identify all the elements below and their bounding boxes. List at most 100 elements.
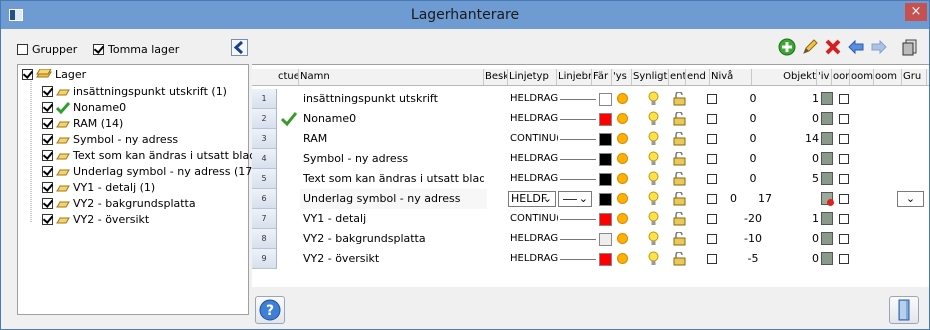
linewidth-dash-icon[interactable]: [560, 119, 596, 120]
layer-name[interactable]: VY1 - detalj: [303, 209, 484, 229]
column-header[interactable]: Synligt: [632, 69, 669, 85]
option-tomma-lager[interactable]: Tomma lager: [93, 43, 179, 56]
linewidth-combo[interactable]: ⌄: [558, 191, 592, 207]
level-value[interactable]: 0: [742, 109, 764, 129]
end-checkbox[interactable]: [707, 134, 717, 144]
row-number[interactable]: 1: [252, 89, 277, 109]
color-swatch[interactable]: [599, 253, 612, 266]
column-header[interactable]: Besk: [484, 69, 508, 85]
close-button[interactable]: ×: [905, 3, 927, 21]
objects-icon[interactable]: [821, 252, 833, 265]
unlocked-icon[interactable]: [673, 172, 686, 186]
row-number[interactable]: 2: [252, 109, 277, 129]
tree-item-checkbox[interactable]: [42, 102, 53, 113]
visible-bulb-icon[interactable]: [648, 251, 659, 266]
end-checkbox[interactable]: [707, 214, 717, 224]
column-header[interactable]: Objekt: [752, 69, 817, 85]
option-grupper[interactable]: Grupper: [17, 43, 77, 56]
color-swatch[interactable]: [599, 213, 612, 226]
tree-item-checkbox[interactable]: [42, 198, 53, 209]
group-combo[interactable]: ⌄: [897, 191, 924, 207]
linetype-value[interactable]: CONTINU(: [510, 209, 558, 229]
zoom-checkbox[interactable]: [839, 94, 849, 104]
column-header[interactable]: oom: [874, 69, 902, 85]
unlocked-icon[interactable]: [673, 112, 686, 126]
tree-item-checkbox[interactable]: [42, 86, 53, 97]
end-checkbox[interactable]: [707, 254, 717, 264]
zoom-checkbox[interactable]: [839, 134, 849, 144]
objects-icon[interactable]: [821, 172, 833, 185]
tree-item[interactable]: VY2 - översikt: [42, 213, 149, 226]
layer-name[interactable]: RAM: [303, 129, 484, 149]
tree-item-checkbox[interactable]: [42, 182, 53, 193]
tree-item[interactable]: insättningspunkt utskrift (1): [42, 85, 227, 98]
tree-item-checkbox[interactable]: [42, 134, 53, 145]
visible-bulb-icon[interactable]: [648, 91, 659, 106]
print-sun-icon[interactable]: [617, 253, 628, 264]
tree-item-checkbox[interactable]: [42, 214, 53, 225]
tree-item[interactable]: Text som kan ändras i utsatt blad (5): [42, 149, 275, 162]
row-number[interactable]: 8: [252, 229, 277, 249]
unlocked-icon[interactable]: [673, 92, 686, 106]
tree-item-checkbox[interactable]: [42, 118, 53, 129]
tree-item[interactable]: Noname0: [42, 101, 126, 114]
table-row[interactable]: 3 RAM CONTINU(0 14: [252, 129, 929, 149]
print-sun-icon[interactable]: [617, 213, 628, 224]
tree-root[interactable]: Lager: [22, 68, 86, 81]
table-row[interactable]: 7 VY1 - detalj CONTINU( -20 1: [252, 209, 929, 229]
visible-bulb-icon[interactable]: [648, 211, 659, 226]
exit-button[interactable]: [889, 296, 919, 324]
copy-icon[interactable]: [900, 37, 920, 57]
color-swatch[interactable]: [599, 193, 612, 206]
print-sun-icon[interactable]: [617, 93, 628, 104]
layer-name[interactable]: insättningspunkt utskrift: [303, 89, 484, 109]
table-row[interactable]: 8 VY2 - bakgrundsplatta HELDRAGI -10 0: [252, 229, 929, 249]
color-swatch[interactable]: [599, 153, 612, 166]
root-checkbox[interactable]: [22, 69, 33, 80]
column-header[interactable]: Linjetyp: [508, 69, 557, 85]
tomma-lager-checkbox[interactable]: [93, 44, 104, 55]
level-value[interactable]: 0: [742, 149, 764, 169]
level-value[interactable]: 0: [742, 89, 764, 109]
visible-bulb-icon[interactable]: [648, 171, 659, 186]
tree-item-checkbox[interactable]: [42, 150, 53, 161]
linewidth-dash-icon[interactable]: [560, 159, 596, 160]
row-number[interactable]: 7: [252, 209, 277, 229]
table-row[interactable]: 2 Noname0 HELDRAGI 0 0: [252, 109, 929, 129]
level-value[interactable]: 0: [742, 129, 764, 149]
object-count[interactable]: 1: [772, 89, 819, 109]
level-value[interactable]: -20: [742, 209, 764, 229]
layer-name[interactable]: Noname0: [303, 109, 484, 129]
end-checkbox[interactable]: [707, 154, 717, 164]
column-header[interactable]: ent: [669, 69, 686, 85]
table-row[interactable]: 5 Text som kan ändras i utsatt blad HELDRA…: [252, 169, 929, 189]
visible-bulb-icon[interactable]: [648, 231, 659, 246]
column-header[interactable]: Fär: [592, 69, 612, 85]
object-count[interactable]: 14: [772, 129, 819, 149]
object-count[interactable]: 0: [772, 109, 819, 129]
zoom-checkbox[interactable]: [839, 234, 849, 244]
table-row[interactable]: 6 Underlag symbol - ny adress HELDF ⌄ ⌄ 0 17 ⌄: [252, 189, 929, 209]
color-swatch[interactable]: [599, 173, 612, 186]
visible-bulb-icon[interactable]: [648, 111, 659, 126]
visible-bulb-icon[interactable]: [648, 131, 659, 146]
column-header[interactable]: ctue: [277, 69, 299, 85]
column-header[interactable]: end: [686, 69, 710, 85]
object-count[interactable]: 1: [772, 209, 819, 229]
layer-name[interactable]: Symbol - ny adress: [303, 149, 484, 169]
table-row[interactable]: 4 Symbol - ny adress HELDRAGI 0 0: [252, 149, 929, 169]
tree-item[interactable]: Symbol - ny adress: [42, 133, 178, 146]
column-header[interactable]: oor: [832, 69, 850, 85]
unlocked-icon[interactable]: [673, 232, 686, 246]
tree-item[interactable]: RAM (14): [42, 117, 123, 130]
linewidth-dash-icon[interactable]: [560, 259, 596, 260]
zoom-checkbox[interactable]: [839, 194, 849, 204]
unlocked-icon[interactable]: [673, 252, 686, 266]
help-button[interactable]: ?: [255, 296, 285, 324]
visible-bulb-icon[interactable]: [648, 191, 659, 206]
visible-bulb-icon[interactable]: [648, 151, 659, 166]
end-checkbox[interactable]: [707, 94, 717, 104]
zoom-checkbox[interactable]: [839, 254, 849, 264]
unlocked-icon[interactable]: [673, 132, 686, 146]
grupper-checkbox[interactable]: [17, 44, 28, 55]
